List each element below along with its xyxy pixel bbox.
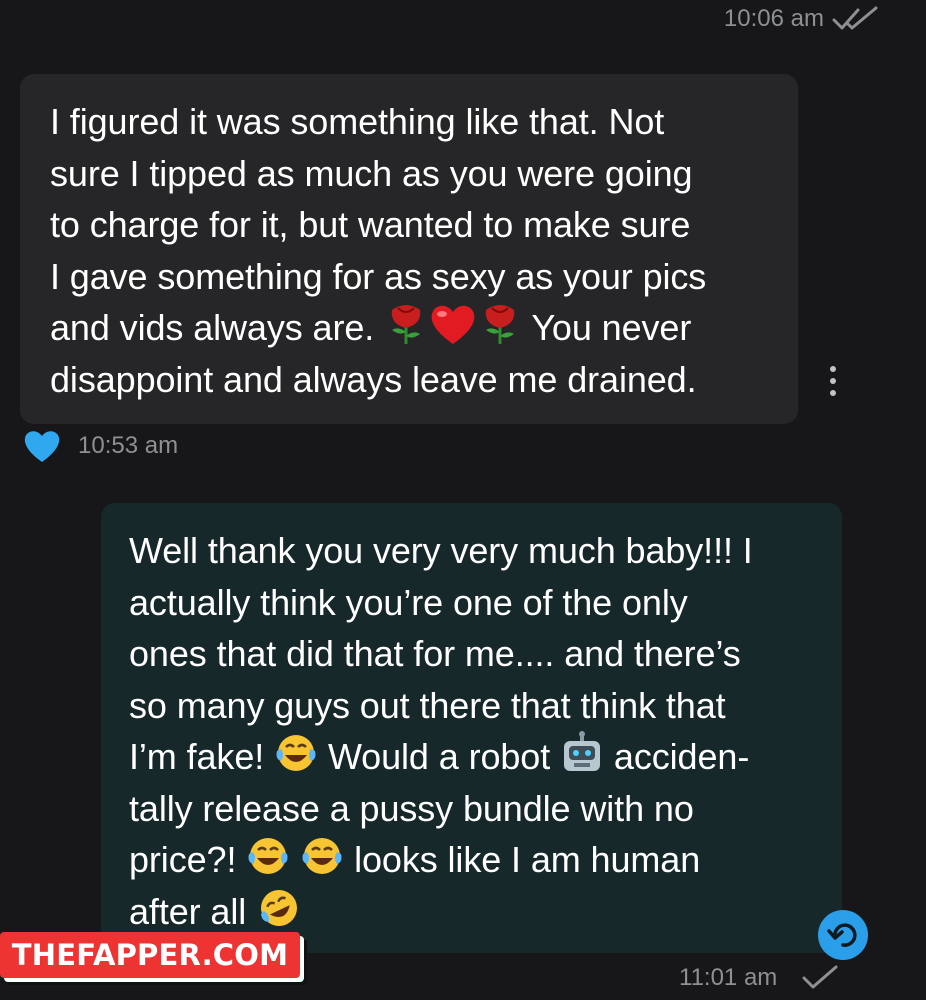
- watermark-logo: THEFAPPER.COM: [0, 932, 300, 978]
- laughing-tears-emoji-icon: [248, 838, 288, 874]
- check-icon: [802, 965, 838, 989]
- robot-emoji-icon: [564, 731, 601, 771]
- reply-icon[interactable]: [818, 910, 868, 960]
- more-options-icon[interactable]: [826, 366, 840, 398]
- rose-icon: [485, 305, 515, 344]
- message-timestamp: 10:53 am: [78, 432, 179, 459]
- rolling-laughing-emoji-icon: [260, 889, 298, 926]
- rose-icon: [391, 305, 421, 344]
- message-text: Well thank you very very much baby!!! I …: [129, 530, 753, 932]
- incoming-message-bubble[interactable]: I figured it was something like that. No…: [20, 74, 798, 424]
- double-check-icon: [832, 6, 878, 30]
- outgoing-message-bubble[interactable]: Well thank you very very much baby!!! I …: [101, 503, 842, 953]
- message-text: I figured it was something like that. No…: [50, 101, 707, 400]
- blue-heart-icon[interactable]: [22, 428, 62, 464]
- message-timestamp: 11:01 am: [679, 964, 778, 991]
- laughing-tears-emoji-icon: [302, 838, 342, 874]
- heart-icon: [431, 305, 475, 344]
- laughing-tears-emoji-icon: [276, 735, 316, 771]
- message-timestamp: 10:06 am: [723, 5, 824, 32]
